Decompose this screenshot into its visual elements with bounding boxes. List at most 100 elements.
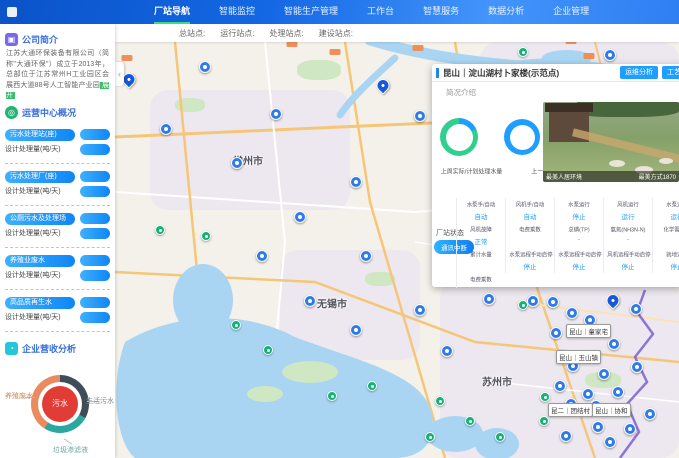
ops-analysis-button[interactable]: 运维分析 [620, 66, 658, 79]
status-cell-value: 自动 [507, 211, 553, 221]
status-cell-label: 水泵远程手动启停 [509, 250, 550, 258]
green-station-marker[interactable] [367, 381, 377, 391]
nav-item-3[interactable]: 工作台 [367, 0, 394, 24]
stat-row-sub: 设计处理量(吨/天) [5, 144, 110, 155]
poi-marker [413, 45, 424, 51]
stat-sublabel: 设计处理量(吨/天) [5, 144, 61, 154]
green-station-marker[interactable] [518, 300, 528, 310]
blue-station-marker[interactable] [160, 123, 172, 135]
blue-station-marker[interactable] [199, 61, 211, 73]
blue-station-marker[interactable] [360, 250, 372, 262]
blue-station-marker[interactable] [644, 408, 656, 420]
status-cell-label: 风机运行 [607, 200, 648, 208]
map-area: 总站点: 运行站点: 处理站点: 建设站点: [115, 24, 679, 458]
poi-marker [122, 55, 133, 61]
subnav-item-0[interactable]: 总站点: [179, 28, 205, 39]
blue-station-marker[interactable] [350, 176, 362, 188]
blue-station-marker[interactable] [294, 211, 306, 223]
status-row-1: 风机故障正常电费乘数总磷(TP)-氨氮(NH3N-N)-化学需氧量 [456, 223, 679, 248]
blue-station-marker[interactable] [231, 157, 243, 169]
green-station-marker[interactable] [495, 432, 505, 442]
stat-row-main: 养殖业废水 [5, 255, 110, 267]
blue-station-marker[interactable] [550, 327, 562, 339]
stat-row-sub: 设计处理量(吨/天) [5, 186, 110, 197]
site-label[interactable]: 昆山｜童家宅 [566, 324, 611, 338]
blue-station-marker[interactable] [270, 108, 282, 120]
status-cell-0-2: 水泵运行停止 [554, 198, 603, 223]
blue-station-marker[interactable] [560, 430, 572, 442]
green-station-marker[interactable] [327, 391, 337, 401]
status-cell-label: 就地远程 [656, 250, 679, 258]
status-cell-3-3 [603, 273, 652, 288]
nav-item-1[interactable]: 智能监控 [219, 0, 255, 24]
status-row-3: 电费乘数 [456, 273, 679, 288]
subnav-item-3[interactable]: 建设站点: [319, 28, 353, 39]
green-station-marker[interactable] [155, 225, 165, 235]
revenue-section-title: 企业营收分析 [22, 342, 76, 355]
green-station-marker[interactable] [539, 416, 549, 426]
green-station-marker[interactable] [231, 320, 241, 330]
site-label[interactable]: 昆山｜玉山镇 [556, 350, 601, 364]
green-station-marker[interactable] [518, 47, 528, 57]
blue-station-marker[interactable] [483, 293, 495, 305]
blue-station-marker[interactable] [256, 250, 268, 262]
blue-station-marker[interactable] [304, 295, 316, 307]
green-station-marker[interactable] [425, 432, 435, 442]
revenue-section-header: ◔ 企业营收分析 [5, 342, 110, 355]
nav-item-2[interactable]: 智能生产管理 [284, 0, 338, 24]
overview-section-label: 简况介绍 [446, 87, 476, 98]
popup-body: 简况介绍 上周实际/计划处理水量 上一天实际/计划处理水量 最美人居环境 [432, 82, 679, 286]
nav-item-5[interactable]: 数据分析 [488, 0, 524, 24]
blue-station-marker[interactable] [604, 49, 616, 61]
nav-item-4[interactable]: 智慧服务 [423, 0, 459, 24]
status-cell-3-1 [505, 273, 554, 288]
site-label[interactable]: 昆山｜协和 [592, 403, 631, 417]
stat-label-pill: 公厕污水及处理场 [5, 213, 75, 225]
blue-station-marker[interactable] [612, 386, 624, 398]
site-label[interactable]: 昆二｜团结村 [548, 403, 593, 417]
blue-station-marker[interactable] [441, 345, 453, 357]
blue-station-marker[interactable] [608, 338, 620, 350]
green-station-marker[interactable] [435, 396, 445, 406]
blue-station-marker[interactable] [631, 361, 643, 373]
blue-station-marker[interactable] [630, 303, 642, 315]
blue-station-marker[interactable] [566, 307, 578, 319]
blue-station-marker[interactable] [598, 368, 610, 380]
status-cell-label: 水泵运行 [656, 200, 679, 208]
app-screen: 厂站导航智能监控智能生产管理工作台智慧服务数据分析企业管理 ▣ 公司简介 江苏大… [0, 0, 679, 458]
blue-station-marker[interactable] [604, 436, 616, 448]
stat-label-pill: 高品质再生水 [5, 297, 75, 309]
poi-marker [330, 49, 341, 55]
blue-station-marker[interactable] [414, 110, 426, 122]
green-station-marker[interactable] [201, 231, 211, 241]
stat-row-main: 高品质再生水 [5, 297, 110, 309]
weekly-gauge-label: 上周实际/计划处理水量 [432, 166, 511, 175]
blue-station-marker[interactable] [582, 388, 594, 400]
revenue-segment-label: 垃圾渗滤液 [53, 445, 88, 455]
status-cell-value: 自动 [458, 211, 504, 221]
blue-station-marker[interactable] [547, 296, 559, 308]
blue-station-marker[interactable] [527, 295, 539, 307]
blue-station-marker[interactable] [350, 324, 362, 336]
popup-header: 昆山｜淀山湖村卜家楼(示范点) 运维分析 工艺流程 [432, 64, 679, 82]
station-popup: 昆山｜淀山湖村卜家楼(示范点) 运维分析 工艺流程 简况介绍 上周实际/计划处理… [432, 64, 679, 287]
map-canvas[interactable]: ‹ 昆山｜淀山湖村卜家楼(示范点) 运维分析 工艺流程 简况介绍 上周实际/计划… [115, 42, 679, 458]
blue-station-marker[interactable] [624, 423, 636, 435]
status-cell-label: 水泵手/自动 [460, 200, 501, 208]
sidebar-collapse-handle[interactable]: ‹ [115, 62, 124, 86]
status-cell-label: 累计水量 [460, 250, 501, 258]
nav-item-6[interactable]: 企业管理 [553, 0, 589, 24]
green-station-marker[interactable] [263, 345, 273, 355]
status-cell-3-2 [554, 273, 603, 288]
subnav-item-1[interactable]: 运行站点: [220, 28, 254, 39]
green-station-marker[interactable] [465, 416, 475, 426]
blue-station-marker[interactable] [414, 304, 426, 316]
status-cell-label: 风机故障 [460, 225, 501, 233]
green-station-marker[interactable] [540, 392, 550, 402]
subnav-item-2[interactable]: 处理站点: [269, 28, 303, 39]
status-cell-label: 水泵远程手动启停 [558, 250, 599, 258]
nav-item-0[interactable]: 厂站导航 [154, 0, 190, 24]
blue-station-marker[interactable] [554, 380, 566, 392]
blue-station-marker[interactable] [592, 421, 604, 433]
process-flow-button[interactable]: 工艺流程 [662, 66, 679, 79]
